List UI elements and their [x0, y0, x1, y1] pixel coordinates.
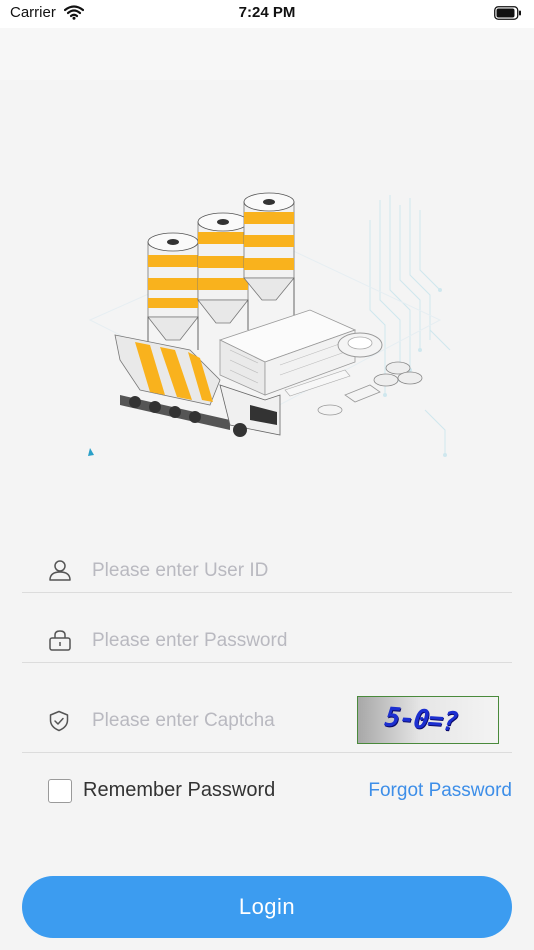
captcha-input[interactable]	[92, 707, 342, 735]
captcha-row: 5-0=?	[22, 690, 512, 753]
login-button[interactable]: Login	[22, 876, 512, 938]
status-time: 7:24 PM	[238, 4, 296, 21]
concrete-plant-illustration	[80, 180, 460, 465]
login-screen: Carrier 7:24 PM Please enter User ID Ple…	[0, 0, 534, 950]
password-input[interactable]	[92, 627, 342, 655]
remember-password-label: Remember Password	[83, 779, 276, 801]
header-band	[0, 28, 534, 80]
battery-icon	[494, 6, 522, 25]
lock-icon	[48, 629, 72, 656]
remember-password-checkbox[interactable]	[48, 779, 72, 803]
status-bar: Carrier 7:24 PM	[0, 0, 534, 28]
captcha-text: 5-0=?	[379, 702, 462, 738]
user-icon	[48, 559, 72, 586]
password-row	[22, 615, 512, 663]
captcha-image[interactable]: 5-0=?	[357, 696, 499, 744]
user-id-input[interactable]	[92, 557, 342, 585]
user-id-row	[22, 545, 512, 593]
forgot-password-link[interactable]: Forgot Password	[368, 780, 512, 802]
shield-check-icon	[48, 710, 70, 737]
